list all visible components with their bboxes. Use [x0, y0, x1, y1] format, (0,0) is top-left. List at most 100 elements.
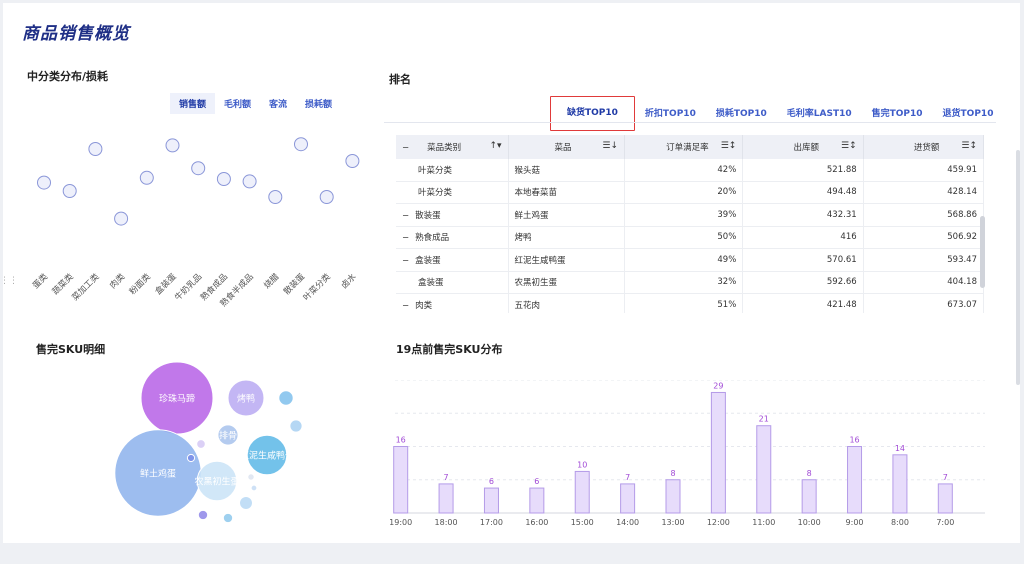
- cell-outbound: 416: [742, 226, 864, 249]
- scatter-point[interactable]: [37, 175, 51, 190]
- bar[interactable]: [847, 446, 863, 514]
- cell-item: 红泥生咸鸭蛋: [508, 248, 626, 272]
- sku-bubble[interactable]: [222, 512, 234, 524]
- sku-bubble[interactable]: [247, 473, 255, 481]
- scatter-point[interactable]: [268, 190, 283, 204]
- bar[interactable]: [756, 425, 772, 514]
- table-row[interactable]: 叶菜分类 本地春菜苗 20% 494.48 428.14: [396, 181, 985, 204]
- tab-margin-last10[interactable]: 毛利率LAST10: [777, 105, 862, 123]
- x-tick-label: 7:00: [936, 518, 954, 527]
- cell-category: − 盒装蛋: [396, 248, 509, 272]
- scatter-x-label: 叶菜分类: [301, 271, 333, 303]
- x-tick-label: 14:00: [616, 518, 639, 527]
- sort-icon[interactable]: ☰↓: [602, 141, 618, 151]
- bar[interactable]: [801, 479, 817, 514]
- bar[interactable]: [574, 470, 590, 514]
- x-tick-label: 15:00: [571, 518, 594, 527]
- cell-inbound: 593.47: [863, 248, 985, 272]
- table-row[interactable]: − 熟食成品 烤鸭 50% 416 506.92: [396, 226, 985, 249]
- bar[interactable]: [483, 487, 499, 514]
- scatter-x-label: 肉类: [107, 271, 127, 291]
- scatter-point[interactable]: [114, 211, 129, 226]
- tab-loss[interactable]: 损耗额: [296, 93, 341, 114]
- scatter-x-label: 蛋类: [30, 271, 50, 291]
- tab-gross-profit[interactable]: 毛利额: [215, 93, 260, 114]
- sku-bubble[interactable]: [239, 496, 253, 510]
- cell-outbound: 521.88: [742, 159, 864, 182]
- cell-inbound: 568.86: [863, 203, 985, 227]
- cell-category: − 散装蛋: [396, 203, 509, 227]
- scatter-point[interactable]: [139, 170, 154, 185]
- header-fill-rate[interactable]: 订单满足率 ☰↕: [624, 135, 744, 159]
- sort-icon[interactable]: ☰↕: [721, 141, 737, 151]
- scatter-point[interactable]: [88, 142, 103, 156]
- sku-bubble-label: 珍珠马蹄: [159, 393, 195, 405]
- scatter-point[interactable]: [62, 184, 77, 198]
- cell-fill-rate: 32%: [624, 271, 744, 294]
- bar-value-label: 6: [534, 477, 539, 486]
- filter-sort-icon[interactable]: ↑▾: [489, 141, 501, 151]
- bar[interactable]: [438, 483, 454, 514]
- sort-icon[interactable]: ☰↕: [961, 141, 977, 151]
- header-inbound[interactable]: 进货额 ☰↕: [863, 135, 985, 159]
- bar-value-label: 7: [625, 473, 630, 482]
- table-row[interactable]: 盒装蛋 农黑初生蛋 32% 592.66 404.18: [396, 271, 985, 294]
- x-tick-label: 8:00: [891, 518, 909, 527]
- cell-inbound: 459.91: [863, 159, 985, 182]
- bar[interactable]: [620, 483, 636, 514]
- bar[interactable]: [710, 391, 726, 514]
- scatter-point[interactable]: [216, 172, 231, 186]
- scatter-point[interactable]: [165, 138, 180, 153]
- sku-bubble-label: 鲜土鸡蛋: [140, 468, 176, 480]
- tab-traffic[interactable]: 客流: [260, 93, 296, 114]
- scatter-point[interactable]: [294, 137, 308, 152]
- cell-category: − 肉类: [396, 293, 509, 313]
- collapse-row-icon[interactable]: −: [402, 256, 409, 266]
- bar[interactable]: [892, 454, 908, 514]
- table-row[interactable]: − 盒装蛋 红泥生咸鸭蛋 49% 570.61 593.47: [396, 248, 985, 272]
- page-scrollbar[interactable]: [1016, 150, 1020, 385]
- sku-bubble[interactable]: [197, 509, 209, 521]
- tab-soldout-top10[interactable]: 售完TOP10: [862, 105, 933, 123]
- bar[interactable]: [393, 446, 409, 514]
- cell-category: − 熟食成品: [396, 226, 509, 249]
- header-category[interactable]: − 菜品类别 ↑▾: [396, 135, 509, 159]
- scatter-x-label: 卤水: [339, 271, 359, 291]
- tab-loss-top10[interactable]: 损耗TOP10: [706, 105, 777, 123]
- table-row[interactable]: − 散装蛋 鲜土鸡蛋 39% 432.31 568.86: [396, 203, 985, 227]
- bar[interactable]: [937, 483, 953, 514]
- scatter-point[interactable]: [191, 161, 206, 176]
- scatter-point[interactable]: [242, 174, 257, 189]
- cell-item: 本地春菜苗: [508, 181, 626, 204]
- header-outbound[interactable]: 出库额 ☰↕: [742, 135, 864, 159]
- cell-inbound: 404.18: [863, 271, 985, 294]
- sku-bubble[interactable]: [186, 453, 196, 463]
- table-scrollbar[interactable]: [980, 216, 985, 288]
- sku-bubble[interactable]: [250, 484, 258, 492]
- header-item[interactable]: 菜品 ☰↓: [508, 135, 626, 159]
- collapse-row-icon[interactable]: −: [402, 233, 409, 243]
- collapse-row-icon[interactable]: −: [402, 301, 409, 311]
- drag-handle-icon[interactable]: ⋮⋮: [0, 276, 18, 286]
- tab-return-top10[interactable]: 退货TOP10: [933, 105, 1004, 123]
- tab-discount-top10[interactable]: 折扣TOP10: [635, 105, 706, 123]
- scatter-point[interactable]: [345, 154, 360, 168]
- sku-bubble[interactable]: [196, 439, 206, 449]
- sku-bubble-label: 烤鸭: [237, 393, 255, 405]
- soldout-bar-chart: 16 19:00 7 18:00 6 17:00 6 16:00 10 15:00 7 14:00 8 1…: [390, 380, 985, 527]
- cell-fill-rate: 20%: [624, 181, 744, 204]
- bar-value-label: 29: [713, 381, 723, 390]
- table-row[interactable]: 叶菜分类 猴头菇 42% 521.88 459.91: [396, 159, 985, 182]
- sku-bubble[interactable]: [278, 390, 294, 406]
- collapse-row-icon[interactable]: −: [402, 211, 409, 221]
- table-row[interactable]: − 肉类 五花肉 51% 421.48 673.07: [396, 293, 985, 313]
- scatter-x-label: 牛奶乳品: [172, 271, 204, 303]
- scatter-point[interactable]: [319, 190, 334, 204]
- bar-value-label: 8: [670, 469, 675, 478]
- sort-icon[interactable]: ☰↕: [841, 141, 857, 151]
- bar[interactable]: [665, 479, 681, 514]
- bar[interactable]: [529, 487, 545, 514]
- tab-sales[interactable]: 销售额: [170, 93, 216, 114]
- collapse-all-icon[interactable]: −: [402, 143, 409, 153]
- sku-bubble[interactable]: [289, 419, 303, 433]
